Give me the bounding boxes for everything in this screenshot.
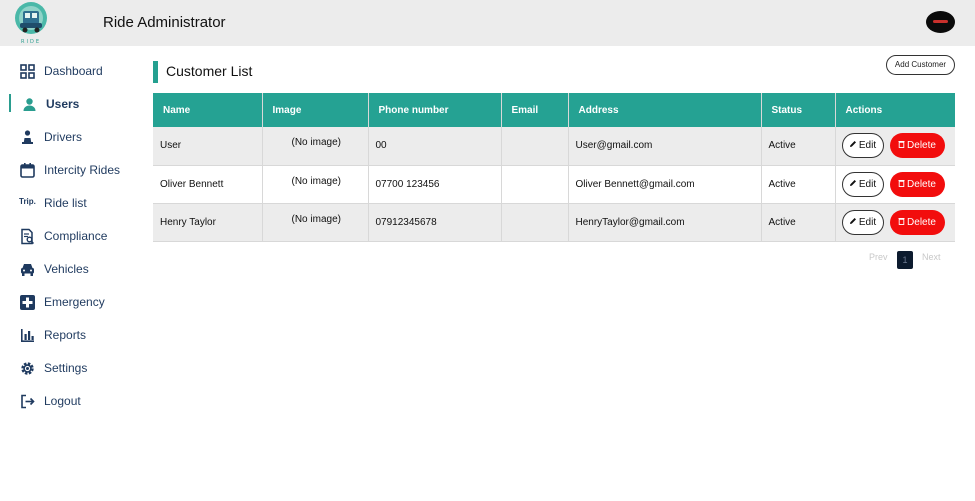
cell-status: Active	[761, 127, 836, 166]
cell-status: Active	[761, 165, 836, 204]
cell-image: (No image)	[262, 203, 369, 242]
sidebar-item-drivers[interactable]: Drivers	[0, 123, 140, 151]
sidebar-item-label: Settings	[44, 361, 88, 375]
gear-icon	[19, 360, 36, 377]
cell-address: HenryTaylor@gmail.com	[568, 203, 762, 242]
trash-icon	[898, 172, 905, 197]
driver-icon	[19, 129, 36, 146]
cell-email	[501, 127, 569, 166]
sidebar-item-dashboard[interactable]: Dashboard	[0, 57, 140, 85]
cell-email	[501, 165, 569, 204]
trash-icon	[898, 210, 905, 235]
cell-phone: 07700 123456	[368, 165, 502, 204]
page-title: Customer List	[166, 63, 253, 79]
delete-button[interactable]: Delete	[889, 171, 945, 197]
cell-image: (No image)	[262, 127, 369, 166]
column-header-status[interactable]: Status	[761, 93, 836, 127]
table-row: Oliver Bennett (No image) 07700 123456 O…	[153, 165, 955, 204]
title-accent-bar	[153, 61, 158, 83]
edit-button[interactable]: Edit	[841, 133, 884, 159]
cell-image: (No image)	[262, 165, 369, 204]
cell-email	[501, 203, 569, 242]
delete-button[interactable]: Delete	[889, 133, 945, 159]
sidebar-item-label: Users	[46, 97, 80, 111]
cell-name: User	[153, 127, 263, 166]
logout-icon	[19, 393, 36, 410]
customer-table: Name Image Phone number Email Address St…	[153, 93, 955, 242]
top-header: RIDE Ride Administrator	[0, 0, 975, 46]
sidebar-item-reports[interactable]: Reports	[0, 321, 140, 349]
column-header-name[interactable]: Name	[153, 93, 263, 127]
column-header-image[interactable]: Image	[262, 93, 369, 127]
sidebar-item-label: Ride list	[44, 196, 87, 210]
delete-button[interactable]: Delete	[889, 209, 945, 235]
trip-text-icon: Trip.	[19, 197, 36, 206]
user-icon	[21, 96, 38, 113]
cell-phone: 00	[368, 127, 502, 166]
sidebar-item-label: Compliance	[44, 229, 108, 243]
delete-label: Delete	[907, 178, 936, 190]
column-header-email[interactable]: Email	[501, 93, 569, 127]
edit-button[interactable]: Edit	[841, 171, 884, 197]
svg-text:RIDE: RIDE	[21, 39, 41, 45]
cell-name: Oliver Bennett	[153, 165, 263, 204]
sidebar-item-label: Vehicles	[44, 262, 89, 276]
cell-phone: 07912345678	[368, 203, 502, 242]
sidebar-item-label: Emergency	[44, 295, 105, 309]
app-title: Ride Administrator	[103, 14, 226, 31]
column-header-phone[interactable]: Phone number	[368, 93, 502, 127]
sidebar-item-label: Drivers	[44, 130, 82, 144]
sidebar-item-emergency[interactable]: Emergency	[0, 288, 140, 316]
column-header-actions: Actions	[835, 93, 955, 127]
calendar-icon	[19, 162, 36, 179]
cell-actions: Edit Delete	[835, 165, 955, 204]
medical-cross-icon	[19, 294, 36, 311]
sidebar-item-label: Dashboard	[44, 64, 103, 78]
sidebar-item-logout[interactable]: Logout	[0, 387, 140, 415]
sidebar-item-users[interactable]: Users	[0, 90, 140, 118]
car-icon	[19, 261, 36, 278]
edit-label: Edit	[858, 178, 877, 190]
cell-actions: Edit Delete	[835, 127, 955, 166]
edit-button[interactable]: Edit	[841, 209, 884, 235]
bar-chart-icon	[19, 327, 36, 344]
active-indicator	[9, 94, 11, 112]
pagination-next[interactable]: Next	[922, 252, 941, 262]
sidebar-item-label: Logout	[44, 394, 81, 408]
cell-status: Active	[761, 203, 836, 242]
sidebar-item-label: Reports	[44, 328, 87, 342]
table-row: Henry Taylor (No image) 07912345678 Henr…	[153, 203, 955, 242]
sidebar-item-ride-list[interactable]: Trip. Ride list	[0, 189, 140, 217]
pencil-icon	[849, 211, 857, 234]
grid-icon	[19, 63, 36, 80]
ride-logo-icon[interactable]: RIDE	[13, 1, 49, 45]
edit-label: Edit	[858, 140, 877, 152]
sidebar-item-compliance[interactable]: Compliance	[0, 222, 140, 250]
document-search-icon	[19, 228, 36, 245]
user-avatar-icon[interactable]	[926, 11, 955, 33]
sidebar-item-intercity-rides[interactable]: Intercity Rides	[0, 156, 140, 184]
pagination-prev[interactable]: Prev	[869, 252, 888, 262]
cell-actions: Edit Delete	[835, 203, 955, 242]
trash-icon	[898, 133, 905, 158]
add-customer-button[interactable]: Add Customer	[886, 55, 955, 75]
delete-label: Delete	[907, 216, 936, 228]
delete-label: Delete	[907, 140, 936, 152]
sidebar-item-label: Intercity Rides	[44, 163, 121, 177]
table-row: User (No image) 00 User@gmail.com Active…	[153, 127, 955, 166]
sidebar-item-settings[interactable]: Settings	[0, 354, 140, 382]
pencil-icon	[849, 173, 857, 196]
edit-label: Edit	[858, 216, 877, 228]
pencil-icon	[849, 134, 857, 157]
column-header-address[interactable]: Address	[568, 93, 762, 127]
pagination-page-1[interactable]: 1	[897, 251, 913, 269]
cell-name: Henry Taylor	[153, 203, 263, 242]
table-header-row: Name Image Phone number Email Address St…	[153, 93, 955, 127]
sidebar-item-vehicles[interactable]: Vehicles	[0, 255, 140, 283]
cell-address: User@gmail.com	[568, 127, 762, 166]
avatar-mark	[933, 20, 948, 23]
cell-address: Oliver Bennett@gmail.com	[568, 165, 762, 204]
